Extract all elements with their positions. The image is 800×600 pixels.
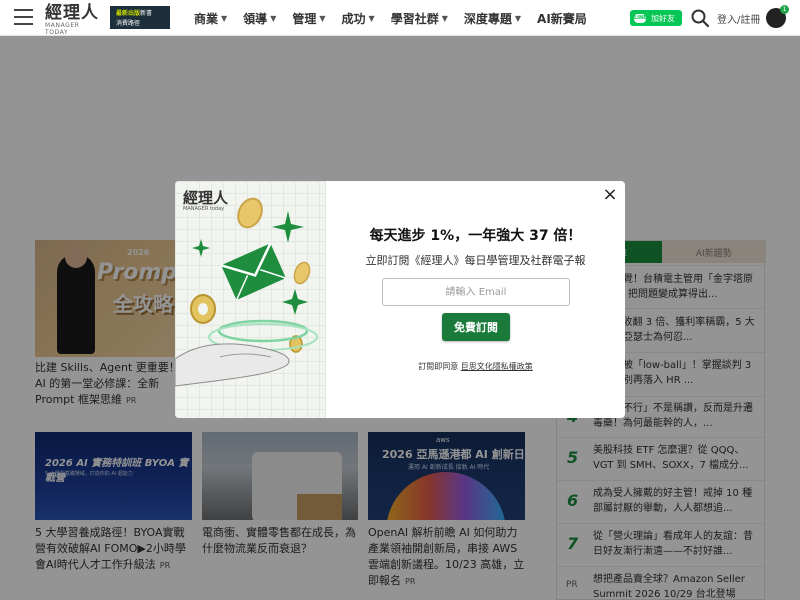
banner-text-bottom: 消費路徑 [116, 20, 141, 27]
sparkle-icon [192, 239, 210, 257]
nav-label: 成功 [341, 11, 366, 26]
nav-label: 學習社群 [390, 11, 439, 26]
modal-content: 每天進步 1%，一年強大 37 倍！ 立即訂閱《經理人》每日學管理及社群電子報 … [326, 181, 625, 418]
privacy-prefix: 訂閱即同意 [418, 362, 459, 371]
nav-label: 領導 [243, 11, 268, 26]
nav-label: AI新賽局 [537, 11, 587, 26]
banner-text-right: 新書 [140, 10, 153, 17]
privacy-policy-link[interactable]: 巨思文化隱私權政策 [461, 362, 533, 371]
line-button-label: 加好友 [651, 13, 675, 23]
subscribe-button[interactable]: 免費訂閱 [442, 313, 510, 341]
chevron-down-icon: ▼ [270, 13, 277, 23]
logo-subtext: MANAGER TODAY [45, 22, 80, 36]
nav-item-features[interactable]: 深度專題 ▼ [464, 0, 521, 36]
login-link[interactable]: 登入/註冊 [717, 11, 760, 26]
nav-item-business[interactable]: 商業 ▼ [194, 0, 227, 36]
nav-item-leadership[interactable]: 領導 ▼ [243, 0, 276, 36]
sparkle-icon [282, 289, 308, 315]
envelope-illustration [175, 197, 318, 387]
close-icon[interactable]: × [600, 185, 620, 205]
nav-label: 管理 [292, 11, 317, 26]
modal-subline: 立即訂閱《經理人》每日學管理及社群電子報 [365, 254, 586, 267]
menu-icon[interactable] [14, 9, 33, 25]
nav-label: 商業 [194, 11, 219, 26]
line-icon: LINE [634, 13, 647, 23]
nav-item-ai[interactable]: AI新賽局 [537, 0, 587, 36]
modal-illustration: 經理人 MANAGER today [175, 181, 326, 418]
email-input[interactable] [382, 278, 570, 306]
nav-item-management[interactable]: 管理 ▼ [292, 0, 325, 36]
notification-badge: 1 [780, 5, 789, 14]
chevron-down-icon: ▼ [514, 13, 522, 23]
site-header: 經理人 MANAGER TODAY 最新出版 新書 消費路徑 商業 ▼ 領導 ▼ 管… [0, 0, 800, 36]
line-add-friend-button[interactable]: LINE 加好友 [630, 10, 682, 26]
modal-headline: 每天進步 1%，一年強大 37 倍！ [369, 228, 582, 244]
header-promo-banner[interactable]: 最新出版 新書 消費路徑 [110, 6, 170, 29]
search-icon[interactable] [690, 8, 710, 28]
chevron-down-icon: ▼ [441, 13, 448, 23]
chevron-down-icon: ▼ [221, 13, 228, 23]
privacy-notice: 訂閱即同意 巨思文化隱私權政策 [326, 361, 625, 372]
chevron-down-icon: ▼ [319, 13, 326, 23]
sparkle-icon [272, 211, 304, 243]
logo-text: 經理人 [45, 3, 99, 23]
nav-item-success[interactable]: 成功 ▼ [342, 0, 375, 36]
nav-item-community[interactable]: 學習社群 ▼ [391, 0, 448, 36]
newsletter-modal: 經理人 MANAGER today 每天進步 1%，一年強大 37 倍！ 立即訂… [175, 181, 625, 418]
chevron-down-icon: ▼ [368, 13, 375, 23]
nav-label: 深度專題 [463, 11, 512, 26]
banner-text-left: 最新出版 [116, 10, 141, 17]
avatar[interactable]: 1 [766, 5, 789, 28]
main-nav: 商業 ▼ 領導 ▼ 管理 ▼ 成功 ▼ 學習社群 ▼ 深度專題 ▼ AI新賽局 [194, 0, 587, 36]
site-logo[interactable]: 經理人 MANAGER TODAY [45, 3, 103, 36]
